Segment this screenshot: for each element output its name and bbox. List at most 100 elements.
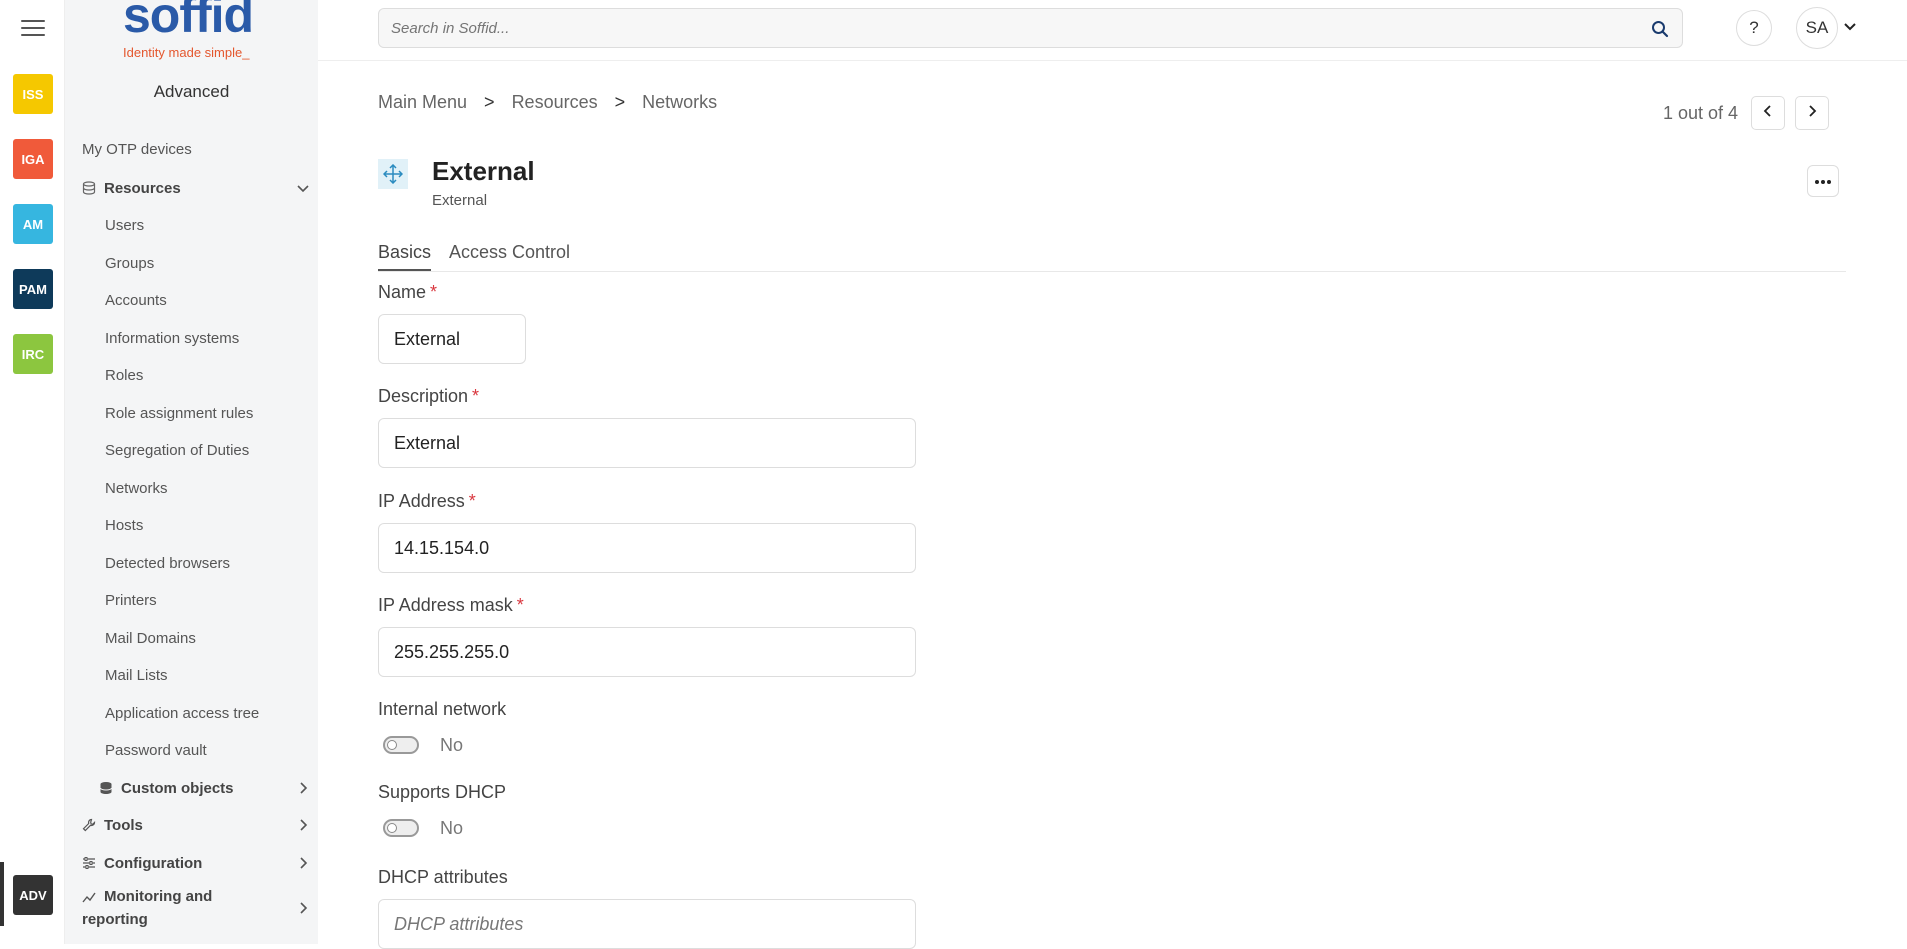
sidebar-item-label: Tools	[104, 816, 143, 834]
chevron-down-icon[interactable]	[1842, 18, 1858, 39]
sidebar-item-accounts[interactable]: Accounts	[65, 283, 318, 317]
dhcp-attributes-field[interactable]	[378, 899, 916, 949]
app-tile-adv[interactable]: ADV	[13, 875, 53, 915]
user-avatar[interactable]: SA	[1796, 7, 1838, 49]
internal-network-value: No	[440, 735, 464, 755]
sidebar-item-users[interactable]: Users	[65, 208, 318, 242]
sidebar-item-custom-objects[interactable]: Custom objects	[65, 771, 318, 805]
required-mark: *	[430, 282, 438, 302]
sliders-icon	[82, 856, 100, 870]
chevron-right-icon	[296, 901, 310, 919]
toggle-knob	[387, 740, 397, 750]
help-button[interactable]: ?	[1736, 10, 1772, 46]
sidebar-item-printers[interactable]: Printers	[65, 583, 318, 617]
pager-text: 1 out of 4	[1663, 103, 1739, 123]
previous-record-button[interactable]	[1751, 96, 1785, 130]
sidebar-item-label: Application access tree	[105, 704, 260, 722]
app-tile-iss[interactable]: ISS	[13, 74, 53, 114]
more-options-button[interactable]	[1807, 165, 1839, 197]
sidebar-title: Advanced	[153, 82, 230, 101]
app-tile-am[interactable]: AM	[13, 204, 53, 244]
main-content: Main Menu > Resources > Networks 1 out o…	[318, 62, 1907, 949]
sidebar-item-role-assignment-rules[interactable]: Role assignment rules	[65, 396, 318, 430]
sidebar-item-configuration[interactable]: Configuration	[65, 846, 318, 880]
active-app-marker	[0, 862, 4, 926]
sidebar-item-label: Role assignment rules	[105, 404, 254, 422]
logo-word: soffid	[123, 0, 254, 43]
sidebar-item-label: My OTP devices	[82, 140, 192, 158]
sidebar-item-label: Information systems	[105, 329, 240, 347]
sidebar-item-monitoring-and-reporting[interactable]: Monitoring and reporting	[65, 885, 318, 935]
page-title: External	[432, 156, 535, 186]
sidebar-item-label: Custom objects	[121, 779, 234, 797]
sidebar-item-label: Printers	[105, 591, 157, 609]
soffid-logo[interactable]: soffid Identity made simple_	[123, 0, 263, 62]
top-header: ? SA	[318, 0, 1907, 61]
sidebar-item-my-otp-devices[interactable]: My OTP devices	[65, 132, 318, 166]
sidebar-item-roles[interactable]: Roles	[65, 358, 318, 392]
ip-mask-field[interactable]	[378, 627, 916, 677]
name-label-text: Name	[378, 282, 427, 302]
breadcrumb-networks[interactable]: Networks	[642, 92, 717, 113]
sidebar-item-label: Detected browsers	[105, 554, 231, 572]
name-field[interactable]	[378, 314, 526, 364]
search-icon[interactable]	[1651, 20, 1669, 43]
sidebar-item-resources[interactable]: Resources	[65, 171, 318, 205]
tab-access-control[interactable]: Access Control	[449, 242, 570, 269]
tab-bar: Basics Access Control	[378, 242, 1846, 272]
breadcrumb-main-menu[interactable]: Main Menu	[378, 92, 467, 113]
internal-network-toggle[interactable]	[383, 736, 419, 754]
sidebar-item-label: Groups	[105, 254, 155, 272]
sidebar-item-label: Password vault	[105, 741, 207, 759]
sidebar-item-detected-browsers[interactable]: Detected browsers	[65, 546, 318, 580]
sidebar-item-label: Roles	[105, 366, 144, 384]
ip-address-label-text: IP Address	[378, 491, 465, 511]
sidebar: soffid Identity made simple_ Advanced My…	[65, 0, 318, 944]
supports-dhcp-value: No	[440, 818, 464, 838]
search-input[interactable]	[391, 17, 1641, 39]
app-tile-pam[interactable]: PAM	[13, 269, 53, 309]
sidebar-item-label: Networks	[105, 479, 168, 497]
sidebar-item-label: Segregation of Duties	[105, 441, 250, 459]
breadcrumb-separator: >	[484, 92, 495, 112]
app-tile-iga[interactable]: IGA	[13, 139, 53, 179]
sidebar-item-information-systems[interactable]: Information systems	[65, 321, 318, 355]
sidebar-item-label: Accounts	[105, 291, 167, 309]
database-icon	[82, 181, 100, 195]
sidebar-item-segregation-of-duties[interactable]: Segregation of Duties	[65, 433, 318, 467]
breadcrumb-resources[interactable]: Resources	[512, 92, 598, 113]
hamburger-menu-icon[interactable]	[21, 20, 45, 40]
app-tile-irc[interactable]: IRC	[13, 334, 53, 374]
tab-basics[interactable]: Basics	[378, 242, 432, 271]
page-subtitle: External	[432, 192, 488, 209]
sidebar-item-label: Resources	[104, 179, 181, 197]
logo-tagline: Identity made simple_	[123, 45, 250, 60]
next-record-button[interactable]	[1795, 96, 1829, 130]
sidebar-item-label-block: Monitoring and reporting	[82, 885, 232, 931]
required-mark: *	[472, 386, 480, 406]
description-field[interactable]	[378, 418, 916, 468]
toggle-knob	[387, 823, 397, 833]
sidebar-item-label: Mail Lists	[105, 666, 168, 684]
sidebar-item-hosts[interactable]: Hosts	[65, 508, 318, 542]
ellipsis-icon	[1814, 172, 1832, 190]
chevron-down-icon	[296, 181, 310, 199]
sidebar-item-mail-domains[interactable]: Mail Domains	[65, 621, 318, 655]
sidebar-item-password-vault[interactable]: Password vault	[65, 733, 318, 767]
sidebar-item-label: Configuration	[104, 854, 203, 872]
supports-dhcp-toggle[interactable]	[383, 819, 419, 837]
required-mark: *	[516, 595, 524, 615]
sidebar-item-mail-lists[interactable]: Mail Lists	[65, 658, 318, 692]
chart-line-icon	[82, 890, 100, 904]
network-move-icon	[378, 159, 408, 189]
sidebar-item-label: Monitoring and reporting	[82, 888, 213, 928]
sidebar-item-tools[interactable]: Tools	[65, 808, 318, 842]
sidebar-item-networks[interactable]: Networks	[65, 471, 318, 505]
description-label-text: Description	[378, 386, 469, 406]
supports-dhcp-label: Supports DHCP	[378, 782, 507, 802]
sidebar-item-application-access-tree[interactable]: Application access tree	[65, 696, 318, 730]
ip-address-field[interactable]	[378, 523, 916, 573]
description-label: Description *	[378, 386, 479, 407]
ip-mask-label: IP Address mask *	[378, 595, 524, 616]
sidebar-item-groups[interactable]: Groups	[65, 246, 318, 280]
